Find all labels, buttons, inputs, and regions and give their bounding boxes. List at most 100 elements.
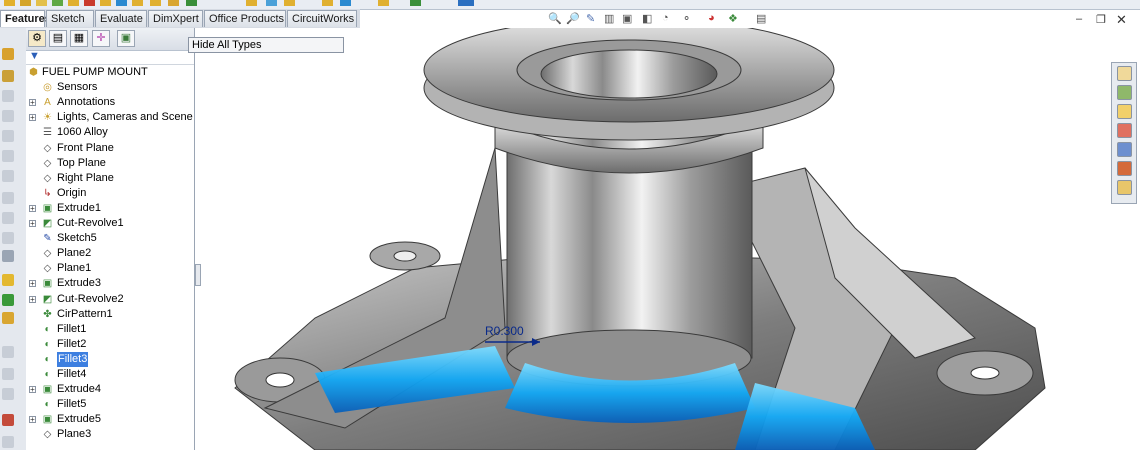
extrude-icon: ▣ xyxy=(42,278,53,290)
toolbar-icon[interactable] xyxy=(36,0,47,6)
sweep-icon[interactable] xyxy=(2,90,14,102)
view-palette-icon[interactable] xyxy=(1117,142,1132,157)
expand-icon[interactable]: + xyxy=(29,416,36,424)
filter-icon[interactable]: ▼ xyxy=(29,50,40,62)
tree-item-label: Fillet2 xyxy=(57,337,87,350)
instant3d-icon[interactable] xyxy=(2,414,14,426)
boundary-icon[interactable] xyxy=(2,130,14,142)
hole-wizard-icon[interactable] xyxy=(2,368,14,380)
toolbar-icon[interactable] xyxy=(168,0,179,6)
minimize-icon[interactable]: – xyxy=(1076,13,1082,25)
tree-item-label: Origin xyxy=(57,186,87,199)
toolbar-icon[interactable] xyxy=(100,0,111,6)
panel-resize-handle[interactable] xyxy=(195,264,201,286)
design-library-icon[interactable] xyxy=(1117,85,1132,100)
curves-icon[interactable] xyxy=(2,388,14,400)
tree-item-label: Annotations xyxy=(57,96,116,109)
tree-item-label: Plane2 xyxy=(57,247,92,260)
loft-icon[interactable] xyxy=(2,110,14,122)
dimxpert-tab-icon[interactable]: ✛ xyxy=(92,30,110,47)
search-icon[interactable] xyxy=(1117,123,1132,138)
toolbar-icon[interactable] xyxy=(68,0,79,6)
restore-icon[interactable]: ❐ xyxy=(1096,13,1106,26)
rib-icon[interactable] xyxy=(2,192,14,204)
tree-item-label: Lights, Cameras and Scene xyxy=(57,111,193,124)
edit-appearance-icon[interactable]: ◕ xyxy=(708,12,721,25)
toolbar-icon[interactable] xyxy=(378,0,389,6)
toolbar-icon[interactable] xyxy=(132,0,143,6)
tab-sketch[interactable]: Sketch xyxy=(46,10,94,27)
zoom-to-area-icon[interactable]: 🔎 xyxy=(566,12,580,25)
tab-circuitworks[interactable]: CircuitWorks xyxy=(287,10,357,27)
graphics-area[interactable] xyxy=(195,28,1140,450)
expand-icon[interactable]: + xyxy=(29,114,36,122)
expand-icon[interactable]: + xyxy=(29,220,36,228)
appearances-icon[interactable] xyxy=(1117,161,1132,176)
cut-revolve-icon[interactable] xyxy=(2,294,14,306)
expand-icon[interactable]: + xyxy=(29,280,36,288)
toolbar-icon[interactable] xyxy=(4,0,15,6)
property-manager-tab-icon[interactable]: ▤ xyxy=(49,30,67,47)
toolbar-icon[interactable] xyxy=(266,0,277,6)
section-view-icon[interactable]: ▥ xyxy=(604,12,617,25)
tab-evaluate[interactable]: Evaluate xyxy=(95,10,147,27)
zoom-to-fit-icon[interactable]: 🔍 xyxy=(548,12,562,25)
hide-all-types-option[interactable]: Hide All Types xyxy=(192,39,262,51)
cut-sweep-icon[interactable] xyxy=(2,312,14,324)
expand-icon[interactable]: + xyxy=(29,99,36,107)
linear-pattern-icon[interactable] xyxy=(2,436,14,448)
extrude-icon: ▣ xyxy=(42,414,53,426)
configuration-manager-tab-icon[interactable]: ▦ xyxy=(70,30,88,47)
resources-icon[interactable] xyxy=(1117,66,1132,81)
toolbar-icon[interactable] xyxy=(410,0,421,6)
toolbar-icon[interactable] xyxy=(84,0,95,6)
extrude-boss-icon[interactable] xyxy=(2,48,14,60)
feature-manager-panel: ⚙ ▤ ▦ ✛ ▣ ▼ ⬢ FUEL PUMP MOUNT ◎ Sensors + A An… xyxy=(26,28,195,450)
toolbar-icon[interactable] xyxy=(284,0,295,6)
sensors-icon: ◎ xyxy=(43,82,52,94)
toolbar-icon[interactable] xyxy=(246,0,257,6)
expand-icon[interactable]: + xyxy=(29,295,36,303)
apply-scene-icon[interactable]: ❖ xyxy=(728,12,741,25)
reference-geometry-icon[interactable] xyxy=(2,250,14,262)
chamfer-icon[interactable] xyxy=(2,170,14,182)
previous-view-icon[interactable]: ✎ xyxy=(586,12,599,25)
toolbar-icon[interactable] xyxy=(340,0,351,6)
toolbar-icon[interactable] xyxy=(186,0,197,6)
custom-properties-icon[interactable] xyxy=(1117,180,1132,195)
tab-office-products[interactable]: Office Products xyxy=(204,10,286,27)
toolbar-icon[interactable] xyxy=(150,0,161,6)
close-icon[interactable]: ✕ xyxy=(1116,12,1127,28)
toolbar-icon[interactable] xyxy=(116,0,127,6)
feature-manager-tab-icon[interactable]: ⚙ xyxy=(28,30,46,47)
expand-icon[interactable]: + xyxy=(29,204,36,212)
view-settings-dropdown-icon[interactable]: ▤ xyxy=(756,12,769,25)
file-explorer-icon[interactable] xyxy=(1117,104,1132,119)
toolbar-icon[interactable] xyxy=(20,0,31,6)
hide-types-popup[interactable]: Hide All Types xyxy=(188,37,344,53)
lights-icon: ☀ xyxy=(43,112,52,124)
radius-dimension-label[interactable]: R0.300 xyxy=(485,324,524,338)
toolbar-icon[interactable] xyxy=(458,0,474,6)
tree-item-label: Fillet5 xyxy=(57,398,87,411)
draft-icon[interactable] xyxy=(2,212,14,224)
revolve-boss-icon[interactable] xyxy=(2,70,14,82)
view-settings-icon[interactable]: ⚬ xyxy=(682,12,695,25)
view-orientation-icon[interactable]: ▣ xyxy=(622,12,635,25)
filter-row[interactable]: ▼ xyxy=(26,50,194,65)
tab-dimxpert[interactable]: DimXpert xyxy=(148,10,203,27)
part-icon: ⬢ xyxy=(29,67,38,78)
cut-loft-icon[interactable] xyxy=(2,346,14,358)
display-manager-tab-icon[interactable]: ▣ xyxy=(117,30,135,47)
tab-features[interactable]: Features xyxy=(0,10,51,27)
hide-show-items-icon[interactable]: ◔ xyxy=(662,12,675,25)
cut-extrude-icon[interactable] xyxy=(2,274,14,286)
expand-icon[interactable]: + xyxy=(29,386,36,394)
fillet-tool-icon[interactable] xyxy=(2,150,14,162)
shell-icon[interactable] xyxy=(2,232,14,244)
toolbar-icon[interactable] xyxy=(322,0,333,6)
toolbar-icon[interactable] xyxy=(52,0,63,6)
tree-item-label: Right Plane xyxy=(57,171,114,184)
model-view[interactable] xyxy=(195,28,1140,450)
display-style-icon[interactable]: ◧ xyxy=(642,12,655,25)
